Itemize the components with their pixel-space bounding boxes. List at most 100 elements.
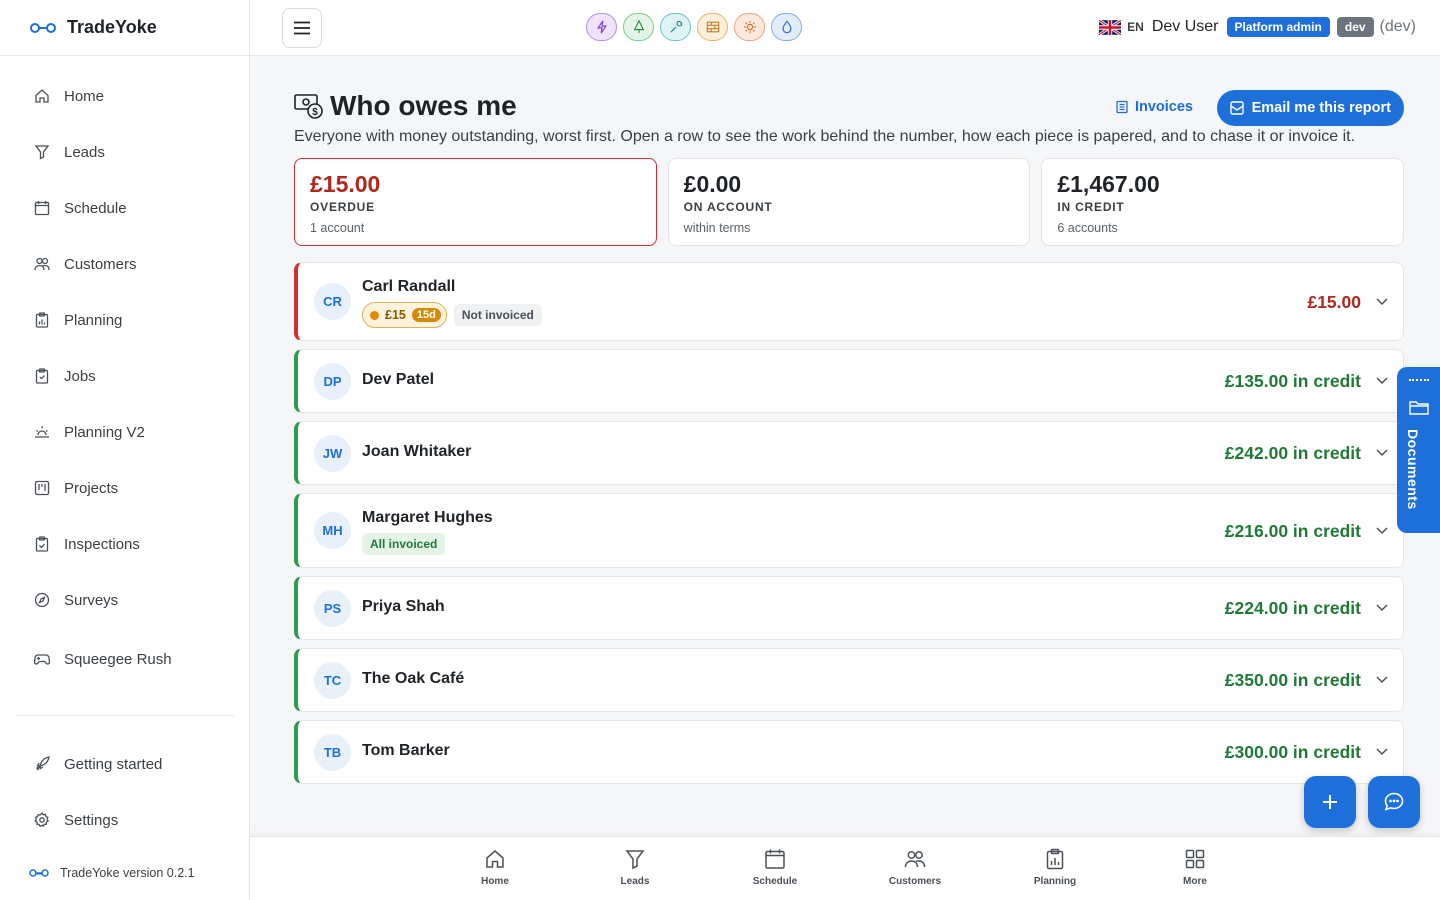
chevron-down-icon[interactable] (1375, 373, 1389, 387)
sidebar-item-planning[interactable]: Planning (16, 292, 234, 348)
gear-icon (34, 812, 50, 828)
sidebar-item-planning-v2[interactable]: Planning V2 (16, 404, 234, 460)
sunrise-icon (34, 424, 50, 440)
email-icon (1229, 101, 1244, 115)
chevron-down-icon[interactable] (1375, 672, 1389, 686)
sidebar-item-label: Planning V2 (64, 423, 145, 441)
email-report-label: Email me this report (1251, 100, 1391, 116)
invoice-status-tag: Not invoiced (453, 304, 542, 326)
customer-row[interactable]: CR Carl Randall £15 15d Not invoiced £15… (294, 262, 1404, 341)
menu-toggle-button[interactable] (282, 8, 322, 48)
bottom-nav-leads[interactable]: Leads (585, 848, 685, 887)
bottom-nav-home[interactable]: Home (445, 848, 545, 887)
user-area: EN Dev User Platform admin dev (dev) (1099, 17, 1416, 37)
sidebar-item-schedule[interactable]: Schedule (16, 180, 234, 236)
invoices-link[interactable]: Invoices (1115, 99, 1193, 115)
uk-flag-icon[interactable] (1099, 19, 1122, 35)
customer-row[interactable]: DP Dev Patel £135.00 in credit (294, 349, 1404, 413)
version-footer: TradeYoke version 0.2.1 (26, 866, 195, 880)
customer-row[interactable]: PS Priya Shah £224.00 in credit (294, 576, 1404, 640)
chevron-down-icon[interactable] (1375, 445, 1389, 459)
sidebar-item-leads[interactable]: Leads (16, 124, 234, 180)
sidebar-item-surveys[interactable]: Surveys (16, 572, 234, 628)
env-badge: dev (1336, 17, 1374, 37)
filter-icon (625, 850, 645, 870)
customer-amount: £300.00 in credit (1224, 742, 1361, 762)
email-report-button[interactable]: Email me this report (1216, 90, 1404, 126)
customer-amount: £224.00 in credit (1224, 598, 1361, 618)
sidebar-item-projects[interactable]: Projects (16, 460, 234, 516)
chevron-down-icon[interactable] (1375, 744, 1389, 758)
logo-icon (30, 22, 56, 33)
bottom-nav-label: Leads (620, 876, 650, 887)
calendar-icon (34, 200, 50, 216)
stat-card-in-credit[interactable]: £1,467.00 IN CREDIT 6 accounts (1041, 158, 1405, 246)
bottom-nav-customers[interactable]: Customers (865, 848, 965, 887)
document-icon (1116, 100, 1128, 114)
sidebar-item-label: Settings (64, 811, 119, 829)
trade-building-button[interactable] (697, 13, 728, 41)
trade-cleaning-button[interactable] (771, 13, 802, 41)
page-title: Who owes me (330, 90, 517, 121)
avatar: TC (314, 662, 351, 699)
customer-row[interactable]: TC The Oak Café £350.00 in credit (294, 648, 1404, 712)
bottom-nav-label: Planning (1033, 876, 1077, 887)
user-name[interactable]: Dev User (1152, 18, 1219, 36)
trade-electrical-button[interactable] (586, 13, 617, 41)
add-button[interactable] (1304, 776, 1356, 828)
invoice-status-tag: All invoiced (362, 533, 446, 555)
rocket-icon (34, 756, 50, 772)
sidebar-nav: Home Leads Schedule Customers Planning J… (16, 68, 234, 687)
language-selector[interactable]: EN (1127, 20, 1144, 34)
bottom-nav-label: Schedule (752, 876, 798, 887)
stat-card-overdue[interactable]: £15.00 OVERDUE 1 account (294, 158, 657, 246)
money-icon: $ (294, 94, 323, 119)
sidebar-item-squeegee-rush[interactable]: Squeegee Rush (16, 631, 234, 687)
customer-name: The Oak Café (362, 670, 465, 687)
sidebar-bottom-nav: Getting started Settings (16, 736, 234, 848)
brand[interactable]: TradeYoke (0, 0, 249, 56)
sidebar-item-home[interactable]: Home (16, 68, 234, 124)
sidebar-item-customers[interactable]: Customers (16, 236, 234, 292)
version-text: TradeYoke version 0.2.1 (60, 866, 195, 880)
sidebar-item-label: Jobs (64, 367, 96, 385)
home-icon (34, 88, 50, 104)
wrench-icon (669, 20, 682, 33)
summary-stats: £15.00 OVERDUE 1 account £0.00 ON ACCOUN… (294, 158, 1405, 246)
sidebar-item-jobs[interactable]: Jobs (16, 348, 234, 404)
customer-row[interactable]: MH Margaret Hughes All invoiced £216.00 … (294, 493, 1404, 568)
clipboard-chart-icon (1046, 848, 1064, 870)
trade-garden-button[interactable] (623, 13, 654, 41)
avatar: CR (314, 283, 351, 320)
clipboard-icon (34, 368, 50, 384)
sidebar-item-inspections[interactable]: Inspections (16, 516, 234, 572)
stat-sub: 6 accounts (1057, 221, 1118, 235)
customer-row[interactable]: TB Tom Barker £300.00 in credit (294, 720, 1404, 784)
chat-button[interactable] (1368, 776, 1420, 828)
customer-name: Tom Barker (362, 742, 450, 759)
sidebar-item-label: Inspections (64, 535, 140, 553)
trade-solar-button[interactable] (734, 13, 765, 41)
chevron-down-icon[interactable] (1375, 600, 1389, 614)
customer-name: Carl Randall (362, 278, 456, 295)
customer-row[interactable]: JW Joan Whitaker £242.00 in credit (294, 421, 1404, 485)
trade-plumbing-button[interactable] (660, 13, 691, 41)
bottom-nav-more[interactable]: More (1145, 848, 1245, 887)
customer-tags: All invoiced (362, 533, 446, 555)
sidebar-item-settings[interactable]: Settings (16, 792, 234, 848)
bottom-nav-planning[interactable]: Planning (1005, 848, 1105, 887)
customer-name: Joan Whitaker (362, 443, 472, 460)
compass-icon (34, 592, 50, 608)
chevron-down-icon[interactable] (1375, 294, 1389, 308)
stat-card-on-account[interactable]: £0.00 ON ACCOUNT within terms (667, 158, 1031, 246)
bottom-nav-schedule[interactable]: Schedule (725, 848, 825, 887)
sun-icon (743, 20, 756, 34)
sidebar-item-getting-started[interactable]: Getting started (16, 736, 234, 792)
documents-tab[interactable]: Documents (1397, 367, 1440, 533)
sidebar-item-label: Surveys (64, 591, 119, 609)
home-icon (486, 850, 504, 868)
sidebar-item-label: Home (64, 87, 105, 105)
chevron-down-icon[interactable] (1375, 523, 1389, 537)
gamepad-icon (34, 651, 50, 667)
avatar: PS (314, 590, 351, 627)
